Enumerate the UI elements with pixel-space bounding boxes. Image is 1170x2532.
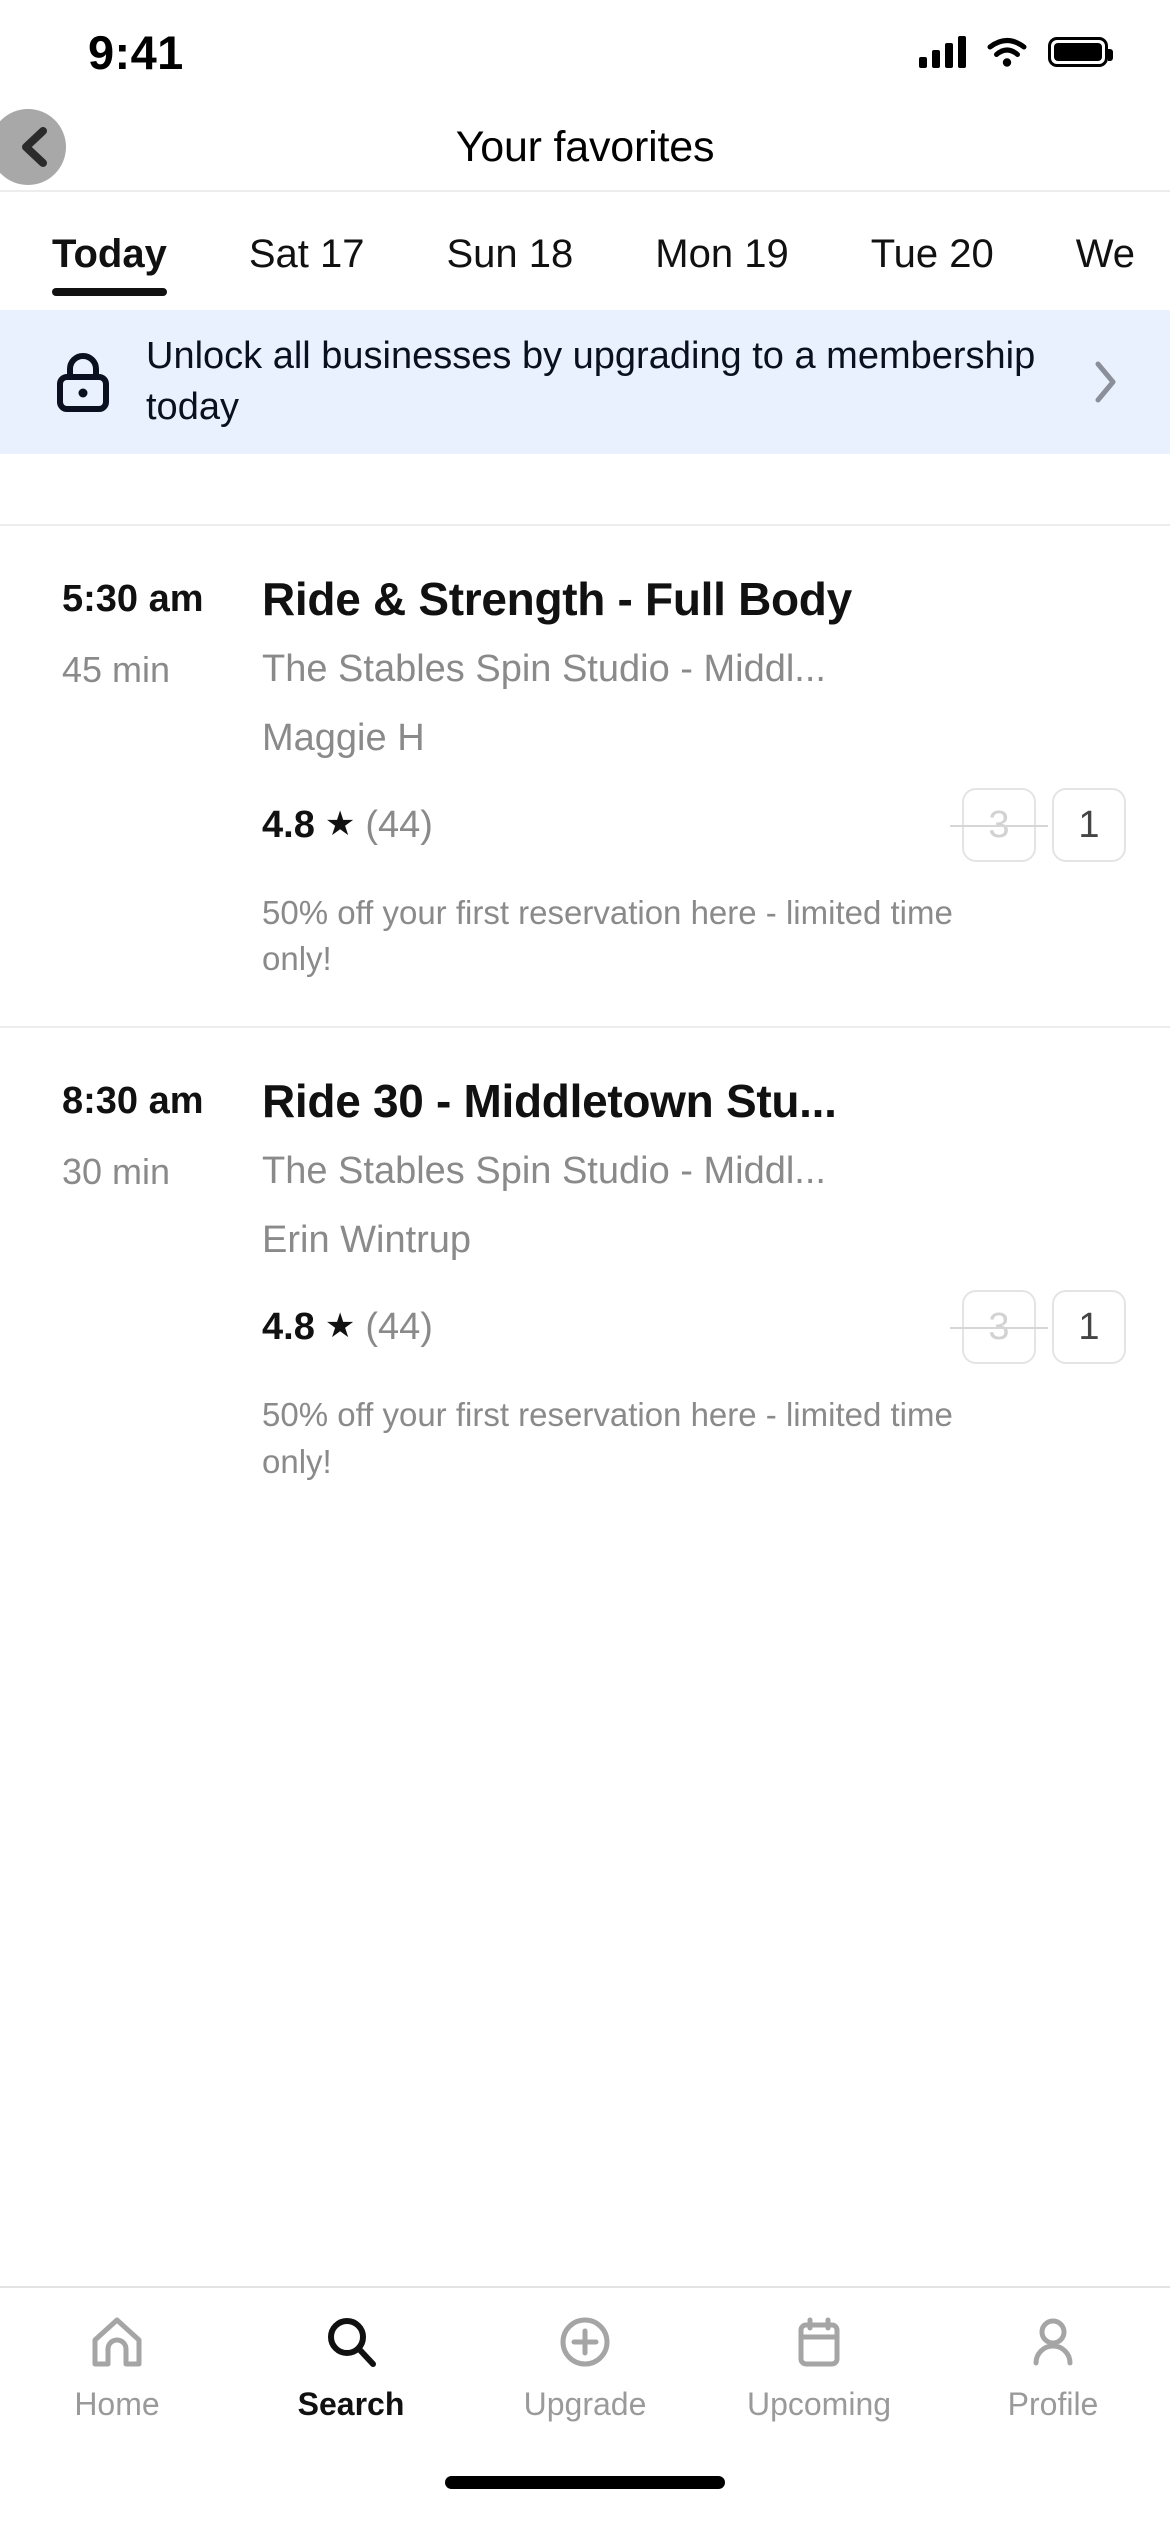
- class-list-item[interactable]: 8:30 am 30 min Ride 30 - Middletown Stu.…: [0, 1026, 1170, 1528]
- tab-label: Home: [74, 2386, 160, 2422]
- credit-original-badge: 3: [950, 788, 1048, 862]
- class-title: Ride & Strength - Full Body: [262, 573, 852, 625]
- list-top-spacer: [0, 454, 1170, 524]
- class-start-time: 8:30 am: [62, 1080, 204, 1123]
- home-icon: [88, 2312, 146, 2372]
- tab-profile[interactable]: Profile: [936, 2312, 1170, 2423]
- date-tabs[interactable]: Today Sat 17 Sun 18 Mon 19 Tue 20 We: [0, 192, 1170, 310]
- class-promo-text: 50% off your first reservation here - li…: [262, 1396, 953, 1480]
- class-details: Ride 30 - Middletown Stu... The Stables …: [226, 1074, 1126, 1484]
- credit-price-group: 3 1: [950, 1290, 1126, 1365]
- chevron-left-icon: [22, 127, 47, 167]
- class-list: 5:30 am 45 min Ride & Strength - Full Bo…: [0, 524, 1170, 2286]
- class-time-block: 8:30 am 30 min: [62, 1074, 226, 1484]
- rating-score: 4.8: [262, 803, 315, 846]
- date-tab-tue-20[interactable]: Tue 20: [871, 192, 994, 310]
- class-list-item[interactable]: 5:30 am 45 min Ride & Strength - Full Bo…: [0, 524, 1170, 1026]
- date-tab-label: Mon 19: [655, 231, 789, 276]
- tab-label: Upgrade: [523, 2386, 647, 2422]
- review-count: (44): [365, 803, 433, 846]
- tab-home[interactable]: Home: [0, 2312, 234, 2423]
- class-duration: 30 min: [62, 1151, 171, 1193]
- status-bar-time: 9:41: [88, 25, 184, 79]
- rating-group: 4.8 ★ (44): [262, 804, 433, 847]
- app-screen: 9:41 Your favorites Today Sat 17 Sun 18 …: [0, 0, 1170, 2532]
- rating-score: 4.8: [262, 1305, 315, 1348]
- star-filled-icon: ★: [324, 1306, 356, 1345]
- class-instructor: Erin Wintrup: [262, 1219, 472, 1262]
- star-filled-icon: ★: [324, 804, 356, 843]
- date-tab-mon-19[interactable]: Mon 19: [655, 192, 788, 310]
- credit-original-badge: 3: [950, 1290, 1048, 1365]
- class-start-time: 5:30 am: [62, 578, 204, 620]
- date-tab-sun-18[interactable]: Sun 18: [446, 192, 573, 310]
- tab-label: Profile: [1007, 2386, 1099, 2422]
- signal-bars-icon: [919, 35, 966, 68]
- banner-text: Unlock all businesses by upgrading to a …: [146, 335, 1036, 428]
- battery-full-icon: [1048, 37, 1113, 67]
- page-title: Your favorites: [455, 122, 715, 171]
- status-bar: 9:41: [0, 0, 1170, 104]
- date-tab-label: Sat 17: [248, 231, 365, 276]
- back-button[interactable]: [0, 109, 66, 185]
- tab-upgrade[interactable]: Upgrade: [468, 2312, 702, 2423]
- class-meta-row: 4.8 ★ (44) 3 1: [262, 1290, 1126, 1365]
- class-promo-text: 50% off your first reservation here - li…: [262, 894, 953, 978]
- lock-icon: [57, 353, 109, 412]
- date-tab-label: Sun 18: [446, 231, 574, 276]
- membership-upgrade-banner[interactable]: Unlock all businesses by upgrading to a …: [0, 310, 1170, 454]
- date-tab-wed-21[interactable]: We: [1076, 192, 1135, 310]
- banner-chevron[interactable]: [1086, 360, 1126, 404]
- credit-price-group: 3 1: [950, 788, 1126, 862]
- bottom-tab-bar: Home Search Upgrade Upcoming Profile: [0, 2286, 1170, 2462]
- tab-label: Upcoming: [746, 2386, 892, 2422]
- class-details: Ride & Strength - Full Body The Stables …: [226, 572, 1126, 982]
- tab-upcoming[interactable]: Upcoming: [702, 2312, 936, 2423]
- search-icon: [322, 2312, 380, 2372]
- review-count: (44): [365, 1305, 433, 1348]
- date-tab-label: Today: [52, 231, 167, 276]
- tab-label: Search: [297, 2386, 405, 2422]
- rating-group: 4.8 ★ (44): [262, 1306, 433, 1349]
- class-title: Ride 30 - Middletown Stu...: [262, 1075, 837, 1128]
- person-icon: [1024, 2312, 1082, 2372]
- credit-discounted-badge: 1: [1052, 1290, 1126, 1365]
- wifi-icon: [987, 38, 1027, 67]
- class-duration: 45 min: [62, 649, 171, 690]
- tab-search[interactable]: Search: [234, 2312, 468, 2423]
- home-indicator: [0, 2462, 1170, 2532]
- chevron-right-icon: [1095, 361, 1116, 403]
- date-tab-today[interactable]: Today: [52, 192, 167, 310]
- navigation-bar: Your favorites: [0, 104, 1170, 192]
- class-venue: The Stables Spin Studio - Middl...: [262, 648, 826, 690]
- status-bar-icons: [919, 35, 1113, 68]
- date-tab-label: We: [1075, 231, 1136, 276]
- plus-circle-icon: [556, 2312, 614, 2372]
- class-meta-row: 4.8 ★ (44) 3 1: [262, 788, 1126, 862]
- class-instructor: Maggie H: [262, 717, 425, 759]
- class-time-block: 5:30 am 45 min: [62, 572, 226, 982]
- calendar-icon: [790, 2312, 848, 2372]
- date-tab-label: Tue 20: [870, 231, 994, 276]
- date-tab-sat-17[interactable]: Sat 17: [249, 192, 365, 310]
- class-venue: The Stables Spin Studio - Middl...: [262, 1150, 826, 1193]
- credit-discounted-badge: 1: [1052, 788, 1126, 862]
